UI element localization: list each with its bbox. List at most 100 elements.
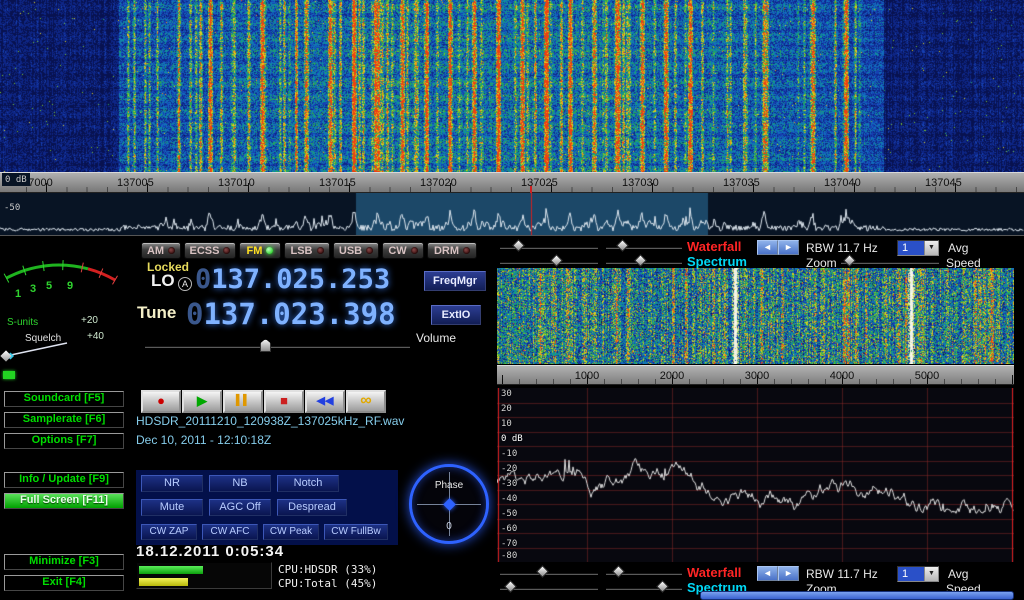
play-icon: ▶ <box>197 393 207 408</box>
cpu-total-bar <box>139 578 188 586</box>
info-update-button[interactable]: Info / Update [F9] <box>4 472 124 488</box>
af-zoom-range-bar[interactable] <box>700 591 1014 600</box>
tune-frequency-value[interactable]: 0137.023.398 <box>186 297 396 331</box>
options-button[interactable]: Options [F7] <box>4 433 124 449</box>
mode-button-lsb[interactable]: LSB <box>284 242 330 259</box>
s-units-label: S-units <box>7 317 38 328</box>
mute-button[interactable]: Mute <box>141 499 203 516</box>
play-button[interactable]: ▶ <box>182 390 222 413</box>
avg-select-value: 1 <box>898 241 924 255</box>
af-wf-brightness-slider-track[interactable] <box>500 572 598 575</box>
af-avg-label: Avg <box>948 567 968 581</box>
frequency-ruler[interactable]: 137000 137005 137010 137015 137020 13702… <box>0 172 1024 193</box>
pan-arrows: ◄ ► <box>757 240 799 255</box>
af-db-label: -40 <box>501 494 517 504</box>
mode-button-fm[interactable]: FM <box>239 242 281 259</box>
af-waterfall-mode-label[interactable]: Waterfall <box>687 565 741 580</box>
af-rbw-readout: RBW 11.7 Hz <box>806 567 878 581</box>
phase-label: Phase <box>412 480 486 491</box>
loop-button[interactable]: ∞ <box>346 390 386 413</box>
pan-right-icon[interactable]: ► <box>778 240 799 255</box>
mode-label: USB <box>339 245 362 257</box>
cw-afc-button[interactable]: CW AFC <box>202 524 258 540</box>
fullscreen-button[interactable]: Full Screen [F11] <box>4 493 124 509</box>
pan-right-icon[interactable]: ► <box>778 566 799 581</box>
pause-icon: ▌▌ <box>236 395 250 406</box>
despread-button[interactable]: Despread <box>277 499 347 516</box>
mode-button-cw[interactable]: CW <box>382 242 424 259</box>
mode-led-icon <box>366 247 373 254</box>
sp-brightness-slider-track[interactable] <box>500 261 598 264</box>
lo-frequency-value[interactable]: 0137.025.253 <box>195 264 390 295</box>
af-waterfall-display[interactable] <box>497 268 1014 364</box>
pan-left-icon[interactable]: ◄ <box>757 240 778 255</box>
tune-label: Tune <box>137 303 176 323</box>
stop-button[interactable]: ■ <box>264 390 304 413</box>
exit-button[interactable]: Exit [F4] <box>4 575 124 591</box>
rewind-icon: ◀◀ <box>317 395 334 407</box>
af-ruler-label: 3000 <box>741 370 773 382</box>
notch-button[interactable]: Notch <box>277 475 339 492</box>
af-db-label: -80 <box>501 551 517 561</box>
waterfall-mode-label[interactable]: Waterfall <box>687 239 741 254</box>
minimize-button[interactable]: Minimize [F3] <box>4 554 124 570</box>
record-icon: ● <box>157 393 165 408</box>
avg-select[interactable]: 1 ▼ <box>897 240 939 256</box>
dropdown-arrow-icon[interactable]: ▼ <box>924 241 938 255</box>
af-spectrum-panel[interactable]: 30 20 10 0 dB -10 -20 -30 -40 -50 -60 -7… <box>497 388 1014 562</box>
spectrum-mode-label[interactable]: Spectrum <box>687 254 747 269</box>
loop-icon: ∞ <box>360 392 371 409</box>
mode-button-am[interactable]: AM <box>141 242 181 259</box>
recording-datetime: Dec 10, 2011 - 12:10:18Z <box>136 433 271 447</box>
s-meter-scale-plus40: +40 <box>87 331 104 342</box>
af-db-label: 20 <box>501 404 512 414</box>
ruler-label: 137035 <box>723 177 760 189</box>
cpu-hdsdr-text: CPU:HDSDR (33%) <box>278 563 377 576</box>
mode-button-usb[interactable]: USB <box>333 242 379 259</box>
cw-fullbw-button[interactable]: CW FullBw <box>324 524 388 540</box>
zoom-slider-track[interactable] <box>841 261 939 264</box>
mode-label: DRM <box>434 245 459 257</box>
af-db-label: 10 <box>501 419 512 429</box>
phase-indicator: Phase 0 <box>409 464 489 544</box>
volume-label: Volume <box>416 331 456 345</box>
main-spectrum-display[interactable] <box>0 193 1024 235</box>
squelch-label: Squelch <box>25 333 61 344</box>
db-axis-mid-label: -50 <box>4 203 20 213</box>
phase-value: 0 <box>412 521 486 532</box>
mode-led-icon <box>463 247 470 254</box>
ruler-label: 137040 <box>824 177 861 189</box>
s-meter-scale-5: 5 <box>46 280 52 292</box>
nb-button[interactable]: NB <box>209 475 271 492</box>
recording-filename: HDSDR_20111210_120938Z_137025kHz_RF.wav <box>136 414 404 428</box>
samplerate-button[interactable]: Samplerate [F6] <box>4 412 124 428</box>
nr-button[interactable]: NR <box>141 475 203 492</box>
mode-button-drm[interactable]: DRM <box>427 242 477 259</box>
freqmgr-button[interactable]: FreqMgr <box>424 271 486 291</box>
af-db-label: -60 <box>501 524 517 534</box>
af-frequency-ruler[interactable]: 1000 2000 3000 4000 5000 <box>497 365 1014 385</box>
mode-led-icon <box>317 247 324 254</box>
pause-button[interactable]: ▌▌ <box>223 390 263 413</box>
mode-button-ecss[interactable]: ECSS <box>184 242 236 259</box>
volume-slider-track[interactable] <box>145 345 410 348</box>
agc-off-button[interactable]: AGC Off <box>209 499 271 516</box>
cw-peak-button[interactable]: CW Peak <box>263 524 319 540</box>
extio-button[interactable]: ExtIO <box>431 305 481 325</box>
pan-left-icon[interactable]: ◄ <box>757 566 778 581</box>
rewind-button[interactable]: ◀◀ <box>305 390 345 413</box>
s-meter-scale-1: 1 <box>15 288 21 300</box>
phase-center-marker <box>443 498 456 511</box>
af-avg-select[interactable]: 1 ▼ <box>897 566 939 582</box>
lo-lock-badge[interactable]: A <box>178 277 192 291</box>
record-button[interactable]: ● <box>141 390 181 413</box>
mode-label: FM <box>247 245 263 257</box>
af-sp-contrast-slider-track[interactable] <box>606 587 682 590</box>
soundcard-button[interactable]: Soundcard [F5] <box>4 391 124 407</box>
af-spectrum-display[interactable] <box>497 388 1014 562</box>
main-waterfall-display[interactable] <box>0 0 1024 172</box>
dropdown-arrow-icon[interactable]: ▼ <box>924 567 938 581</box>
af-db-label: 30 <box>501 389 512 399</box>
cw-zap-button[interactable]: CW ZAP <box>141 524 197 540</box>
cpu-total-text: CPU:Total (45%) <box>278 577 377 590</box>
